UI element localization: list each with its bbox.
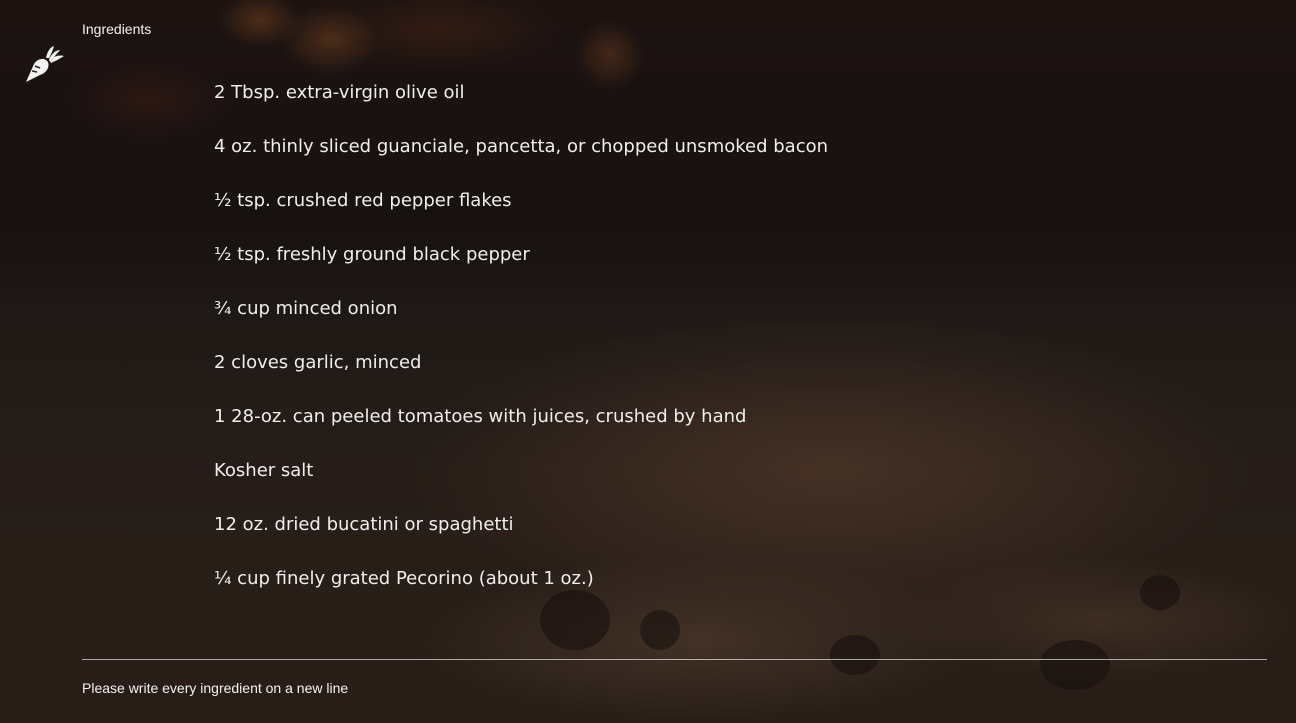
ingredient-line[interactable]: 2 Tbsp. extra-virgin olive oil	[214, 80, 1214, 134]
ingredient-line[interactable]: ¼ cup finely grated Pecorino (about 1 oz…	[214, 566, 1214, 620]
carrot-icon-svg	[26, 46, 64, 82]
ingredient-line[interactable]: 2 cloves garlic, minced	[214, 350, 1214, 404]
ingredient-line[interactable]: 1 28-oz. can peeled tomatoes with juices…	[214, 404, 1214, 458]
carrot-icon[interactable]	[24, 44, 66, 84]
input-underline	[82, 659, 1267, 660]
ingredients-textarea[interactable]: 2 Tbsp. extra-virgin olive oil 4 oz. thi…	[214, 80, 1214, 620]
ingredient-line[interactable]: ½ tsp. crushed red pepper flakes	[214, 188, 1214, 242]
ingredients-label: Ingredients	[82, 21, 152, 37]
ingredient-line[interactable]: ½ tsp. freshly ground black pepper	[214, 242, 1214, 296]
ingredient-line[interactable]: 4 oz. thinly sliced guanciale, pancetta,…	[214, 134, 1214, 188]
ingredient-line[interactable]: 12 oz. dried bucatini or spaghetti	[214, 512, 1214, 566]
helper-text: Please write every ingredient on a new l…	[82, 680, 349, 696]
ingredient-line[interactable]: ¾ cup minced onion	[214, 296, 1214, 350]
ingredient-line[interactable]: Kosher salt	[214, 458, 1214, 512]
